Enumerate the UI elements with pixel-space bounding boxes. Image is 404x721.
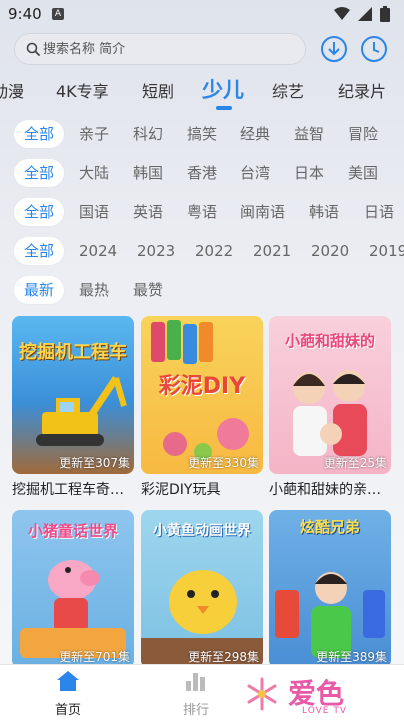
search-box[interactable] (14, 33, 306, 65)
year-filter-row: 全部 2024 2023 2022 2021 2020 2019 (0, 237, 404, 267)
tab-anime[interactable]: 动漫 (0, 78, 24, 102)
genre-chip[interactable]: 冒险 (348, 120, 378, 148)
nav-home-label: 首页 (54, 703, 81, 718)
brand-snowflake-icon (247, 677, 277, 711)
video-poster[interactable]: 小葩和甜妹的 更新至25集 (269, 316, 391, 474)
region-chip-all[interactable]: 全部 (14, 159, 65, 187)
genre-chip[interactable]: 搞笑 (187, 120, 217, 148)
update-count: 更新至330集 (188, 456, 259, 470)
status-icons (334, 6, 390, 22)
video-card[interactable]: 挖掘机工程车 更新至307集 挖掘机工程车奇… (12, 316, 134, 499)
search-row (0, 32, 404, 68)
update-count: 更新至389集 (316, 650, 387, 664)
genre-chip[interactable]: 益智 (294, 120, 324, 148)
genre-chip-all[interactable]: 全部 (14, 120, 65, 148)
tab-variety[interactable]: 综艺 (272, 78, 304, 102)
nav-ranking[interactable]: 排行 (166, 669, 226, 718)
video-poster[interactable]: 小黄鱼动画世界 更新至298集 (141, 510, 263, 668)
battery-icon (380, 6, 390, 22)
search-icon (26, 42, 40, 56)
notification-badge: A (52, 8, 64, 20)
home-icon (57, 671, 79, 691)
tab-4k[interactable]: 4K专享 (56, 78, 109, 102)
language-chip-all[interactable]: 全部 (14, 198, 65, 226)
video-card[interactable]: 小猪童话世界 更新至701集 (12, 510, 134, 668)
year-chip[interactable]: 2021 (253, 237, 291, 265)
status-bar: 9:40 A (0, 0, 404, 28)
active-tab-indicator (216, 106, 232, 110)
tab-short-drama[interactable]: 短剧 (142, 78, 174, 102)
clay-toys-illustration (151, 320, 249, 461)
genre-filter-row: 全部 亲子 科幻 搞笑 经典 益智 冒险 (0, 120, 404, 150)
year-chip-all[interactable]: 全部 (14, 237, 65, 265)
video-poster[interactable]: 挖掘机工程车 更新至307集 (12, 316, 134, 474)
chick-illustration (141, 570, 263, 668)
sort-filter-row: 最新 最热 最赞 (0, 276, 404, 306)
region-chip[interactable]: 大陆 (79, 159, 109, 187)
video-title[interactable]: 小葩和甜妹的亲… (269, 479, 391, 499)
language-chip[interactable]: 日语 (364, 198, 394, 226)
pig-illustration (20, 560, 126, 658)
year-chip[interactable]: 2024 (79, 237, 117, 265)
video-poster[interactable]: 炫酷兄弟 更新至389集 (269, 510, 391, 668)
language-chip[interactable]: 英语 (133, 198, 163, 226)
year-chip[interactable]: 2019 (369, 237, 404, 265)
video-card[interactable]: 炫酷兄弟 更新至389集 (269, 510, 391, 668)
category-tabs: 动漫 4K专享 短剧 少儿 综艺 纪录片 (0, 72, 404, 110)
region-filter-row: 全部 大陆 韩国 香港 台湾 日本 美国 (0, 159, 404, 189)
language-chip[interactable]: 闽南语 (240, 198, 285, 226)
genre-chip[interactable]: 经典 (240, 120, 270, 148)
signal-icon (358, 7, 372, 21)
year-chip[interactable]: 2022 (195, 237, 233, 265)
year-chip[interactable]: 2023 (137, 237, 175, 265)
video-poster[interactable]: 小猪童话世界 更新至701集 (12, 510, 134, 668)
video-card[interactable]: 小黄鱼动画世界 更新至298集 (141, 510, 263, 668)
ranking-bars-icon (186, 673, 205, 691)
wifi-icon (334, 7, 350, 20)
video-poster[interactable]: 彩泥DIY 更新至330集 (141, 316, 263, 474)
tab-documentary[interactable]: 纪录片 (338, 78, 386, 102)
genre-chip[interactable]: 亲子 (79, 120, 109, 148)
history-clock-icon[interactable] (360, 35, 388, 63)
nav-home[interactable]: 首页 (38, 669, 98, 718)
region-chip[interactable]: 台湾 (240, 159, 270, 187)
sort-chip-hottest[interactable]: 最热 (79, 276, 109, 304)
brand-logo: 爱色 LOVE TV (244, 672, 364, 718)
language-filter-row: 全部 国语 英语 粤语 闽南语 韩语 日语 (0, 198, 404, 228)
tab-kids[interactable]: 少儿 (202, 74, 244, 104)
region-chip[interactable]: 香港 (187, 159, 217, 187)
video-title[interactable]: 彩泥DIY玩具 (141, 479, 263, 499)
language-chip[interactable]: 韩语 (309, 198, 339, 226)
status-time: 9:40 (8, 5, 42, 23)
search-input[interactable] (43, 38, 293, 60)
update-count: 更新至701集 (59, 650, 130, 664)
region-chip[interactable]: 韩国 (133, 159, 163, 187)
download-icon[interactable] (320, 35, 348, 63)
update-count: 更新至307集 (59, 456, 130, 470)
region-chip[interactable]: 美国 (348, 159, 378, 187)
brand-subtitle: LOVE TV (302, 706, 347, 716)
sort-chip-latest[interactable]: 最新 (14, 276, 65, 304)
language-chip[interactable]: 国语 (79, 198, 109, 226)
genre-chip[interactable]: 科幻 (133, 120, 163, 148)
region-chip[interactable]: 日本 (294, 159, 324, 187)
nav-ranking-label: 排行 (182, 703, 209, 718)
video-card[interactable]: 彩泥DIY 更新至330集 彩泥DIY玩具 (141, 316, 263, 499)
video-title[interactable]: 挖掘机工程车奇… (12, 479, 134, 499)
update-count: 更新至25集 (323, 456, 387, 470)
language-chip[interactable]: 粤语 (187, 198, 217, 226)
family-illustration (293, 370, 367, 456)
excavator-illustration (36, 376, 127, 446)
video-card[interactable]: 小葩和甜妹的 更新至25集 小葩和甜妹的亲… (269, 316, 391, 499)
robot-boy-illustration (275, 572, 385, 658)
sort-chip-most-liked[interactable]: 最赞 (133, 276, 163, 304)
update-count: 更新至298集 (188, 650, 259, 664)
year-chip[interactable]: 2020 (311, 237, 349, 265)
